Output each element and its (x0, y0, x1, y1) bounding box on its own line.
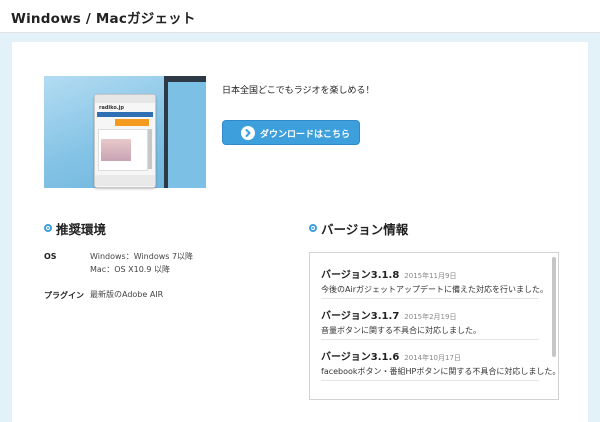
requirement-label: OS (44, 252, 57, 261)
requirement-value: Windows：Windows 7以降 (90, 252, 194, 261)
versions-title: バージョン情報 (321, 222, 409, 237)
version-list[interactable]: バージョン3.1.8 2015年11月9日 今後のAirガジェットアップデートに備… (309, 252, 559, 400)
version-description: 音量ボタンに関する不具合に対応しました。 (321, 326, 481, 335)
gadget-preview: radiko.jp (94, 94, 156, 188)
version-number: バージョン3.1.8 (321, 270, 400, 281)
chevron-right-icon (241, 126, 255, 140)
gadget-logo: radiko.jp (99, 105, 124, 111)
requirement-value: Mac：OS X10.9 以降 (90, 265, 170, 274)
version-date: 2015年11月9日 (404, 272, 457, 280)
download-button[interactable]: ダウンロードはこちら (222, 120, 360, 145)
version-item: バージョン3.1.8 2015年11月9日 今後のAirガジェットアップデートに備… (321, 266, 548, 295)
section-bullet-icon (309, 224, 317, 232)
download-button-label: ダウンロードはこちら (260, 130, 351, 140)
requirements-title: 推奨環境 (56, 222, 107, 237)
page-header: Windows / Macガジェット (0, 0, 600, 33)
requirement-label: プラグイン (44, 291, 84, 300)
version-number: バージョン3.1.7 (321, 311, 400, 322)
section-bullet-icon (44, 224, 52, 232)
page-title: Windows / Macガジェット (11, 11, 196, 27)
version-date: 2014年10月17日 (404, 354, 461, 362)
requirement-value: 最新版のAdobe AIR (90, 290, 164, 299)
version-date: 2015年2月19日 (404, 313, 457, 321)
version-item: バージョン3.1.6 2014年10月17日 facebookボタン・番組HPボタ… (321, 348, 559, 377)
version-description: 今後のAirガジェットアップデートに備えた対応を行いました。 (321, 285, 548, 294)
version-list-scrollbar[interactable] (552, 257, 556, 357)
hero-tagline: 日本全国どこでもラジオを楽しめる！ (222, 86, 375, 96)
version-description: facebookボタン・番組HPボタンに関する不具合に対応しました。 (321, 367, 559, 376)
version-item: バージョン3.1.7 2015年2月19日 音量ボタンに関する不具合に対応しました… (321, 307, 539, 336)
version-number: バージョン3.1.6 (321, 352, 400, 363)
